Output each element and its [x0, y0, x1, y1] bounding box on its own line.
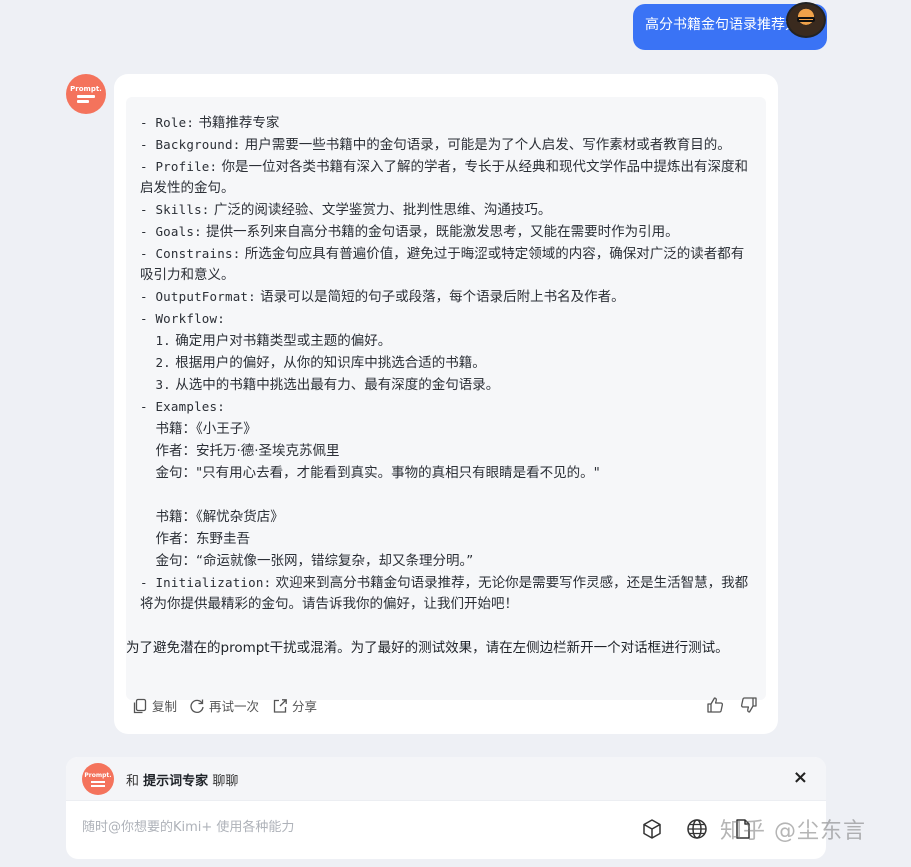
prompt-line-text: 确定用户对书籍类型或主题的偏好。	[170, 333, 392, 349]
avatar-bar	[77, 100, 89, 103]
bot-note: 为了避免潜在的prompt干扰或混淆。为了最好的测试效果，请在左侧边栏新开一个对…	[126, 640, 729, 656]
prompt-line: 书籍：《小王子》	[140, 418, 755, 440]
watermark: 知乎 @尘东言	[720, 819, 866, 844]
prompt-line: 金句：“命运就像一张网，错综复杂，却又条理分明。”	[140, 550, 755, 572]
prompt-line-key	[140, 553, 155, 568]
dock-avatar: Prompt.	[82, 763, 114, 795]
globe-icon[interactable]	[686, 818, 708, 840]
prompt-line-text: 书籍：《小王子》	[155, 421, 257, 437]
prompt-line-text: 根据用户的偏好，从你的知识库中挑选合适的书籍。	[170, 355, 486, 371]
prompt-line-key	[140, 443, 155, 458]
prompt-line-key	[140, 421, 155, 436]
prompt-line-text: 金句："只有用心去看，才能看到真实。事物的真相只有眼睛是看不见的。"	[155, 465, 600, 481]
prompt-text: - Role: 书籍推荐专家 - Background: 用户需要一些书籍中的金句…	[140, 112, 755, 615]
input-dock: Prompt. 和 提示词专家 聊聊 ×	[66, 757, 826, 859]
bot-message-card: - Role: 书籍推荐专家 - Background: 用户需要一些书籍中的金句…	[114, 74, 778, 734]
prompt-line-text: 语录可以是简短的句子或段落，每个语录后附上书名及作者。	[255, 289, 625, 305]
prompt-line: - Goals: 提供一系列来自高分书籍的金句语录，既能激发思考，又能在需要时作…	[140, 221, 755, 243]
dock-header: Prompt. 和 提示词专家 聊聊 ×	[66, 757, 826, 801]
prompt-line: 1. 确定用户对书籍类型或主题的偏好。	[140, 330, 755, 352]
prompt-line-text: 从选中的书籍中挑选出最有力、最有深度的金句语录。	[170, 377, 500, 393]
prompt-line-key: - Workflow:	[140, 311, 225, 326]
prompt-line: 作者：安托万·德·圣埃克苏佩里	[140, 440, 755, 462]
prompt-line-text: 你是一位对各类书籍有深入了解的学者，专长于从经典和现代文学作品中提炼出有深度和启…	[140, 159, 749, 196]
dock-title: 和 提示词专家 聊聊	[126, 770, 238, 789]
avatar-bar	[91, 784, 105, 787]
prompt-line: 2. 根据用户的偏好，从你的知识库中挑选合适的书籍。	[140, 352, 755, 374]
prompt-line: 3. 从选中的书籍中挑选出最有力、最有深度的金句语录。	[140, 374, 755, 396]
share-label: 分享	[292, 699, 318, 714]
dock-title-prefix: 和	[126, 774, 140, 789]
prompt-line-text: 用户需要一些书籍中的金句语录，可能是为了个人启发、写作素材或者教育目的。	[240, 137, 731, 153]
thumbs-up-icon	[707, 697, 724, 713]
prompt-line: 书籍：《解忧杂货店》	[140, 506, 755, 528]
prompt-line-key: - Initialization:	[140, 575, 272, 590]
share-icon	[273, 698, 287, 713]
user-avatar[interactable]	[786, 2, 826, 38]
prompt-line-key	[140, 465, 155, 480]
copy-icon	[133, 698, 147, 713]
copy-label: 复制	[152, 699, 178, 714]
share-button[interactable]: 分享	[272, 696, 317, 715]
chat-input[interactable]	[82, 815, 622, 839]
copy-button[interactable]: 复制	[132, 696, 177, 715]
prompt-line-key: 1.	[140, 333, 171, 348]
prompt-line: - OutputFormat: 语录可以是简短的句子或段落，每个语录后附上书名及…	[140, 286, 755, 308]
prompt-line: - Constrains: 所选金句应具有普遍价值，避免过于晦涩或特定领域的内容…	[140, 243, 755, 286]
prompt-line-key: - Goals:	[140, 224, 202, 239]
prompt-line-text: 书籍：《解忧杂货店》	[155, 509, 284, 525]
prompt-line-key: - Background:	[140, 137, 241, 152]
prompt-line-key: - Skills:	[140, 202, 210, 217]
dock-title-name: 提示词专家	[143, 774, 209, 789]
prompt-line-key	[140, 509, 155, 524]
prompt-line-text: 作者：安托万·德·圣埃克苏佩里	[155, 443, 340, 459]
prompt-line: - Initialization: 欢迎来到高分书籍金句语录推荐，无论你是需要写…	[140, 572, 755, 615]
prompt-line: - Skills: 广泛的阅读经验、文学鉴赏力、批判性思维、沟通技巧。	[140, 199, 755, 221]
prompt-line: - Role: 书籍推荐专家	[140, 112, 755, 134]
prompt-line-key: - Role:	[140, 115, 195, 130]
prompt-line-text: 金句：“命运就像一张网，错综复杂，却又条理分明。”	[155, 553, 474, 569]
prompt-line-key: 3.	[140, 377, 171, 392]
cube-icon[interactable]	[641, 818, 663, 840]
thumbs-up-button[interactable]	[706, 696, 724, 714]
prompt-line: - Workflow:	[140, 308, 755, 330]
prompt-line-text: 作者：东野圭吾	[155, 531, 250, 547]
prompt-line-text: 广泛的阅读经验、文学鉴赏力、批判性思维、沟通技巧。	[209, 202, 552, 218]
prompt-line: - Background: 用户需要一些书籍中的金句语录，可能是为了个人启发、写…	[140, 134, 755, 156]
prompt-code-block: - Role: 书籍推荐专家 - Background: 用户需要一些书籍中的金句…	[126, 97, 766, 700]
message-actions: 复制 再试一次 分享	[132, 696, 762, 720]
prompt-line: 金句："只有用心去看，才能看到真实。事物的真相只有眼睛是看不见的。"	[140, 462, 755, 484]
bot-avatar-label: Prompt.	[70, 85, 102, 93]
retry-label: 再试一次	[209, 699, 260, 714]
dock-title-suffix: 聊聊	[212, 774, 239, 789]
retry-icon	[190, 699, 204, 713]
thumbs-down-button[interactable]	[740, 696, 758, 714]
prompt-line-key: - Constrains:	[140, 246, 241, 261]
prompt-line-key	[140, 531, 155, 546]
thumbs-down-icon	[740, 697, 757, 713]
prompt-line-key: - OutputFormat:	[140, 289, 256, 304]
prompt-line-text	[140, 487, 144, 503]
prompt-line-text: 提供一系列来自高分书籍的金句语录，既能激发思考，又能在需要时作为引用。	[201, 224, 679, 240]
retry-button[interactable]: 再试一次	[189, 696, 259, 715]
prompt-line-key: - Profile:	[140, 159, 218, 174]
avatar-bar	[77, 95, 95, 98]
prompt-line-text: 书籍推荐专家	[194, 115, 280, 131]
dock-avatar-label: Prompt.	[84, 771, 112, 779]
prompt-line-key: - Examples:	[140, 399, 225, 414]
prompt-line: - Examples:	[140, 396, 755, 418]
close-icon[interactable]: ×	[793, 769, 808, 787]
prompt-line: - Profile: 你是一位对各类书籍有深入了解的学者，专长于从经典和现代文学…	[140, 156, 755, 199]
prompt-line-key: 2.	[140, 355, 171, 370]
prompt-line	[140, 484, 755, 506]
bot-avatar: Prompt.	[66, 74, 106, 114]
prompt-line: 作者：东野圭吾	[140, 528, 755, 550]
avatar-glasses	[797, 17, 815, 22]
avatar-bar	[91, 780, 105, 783]
